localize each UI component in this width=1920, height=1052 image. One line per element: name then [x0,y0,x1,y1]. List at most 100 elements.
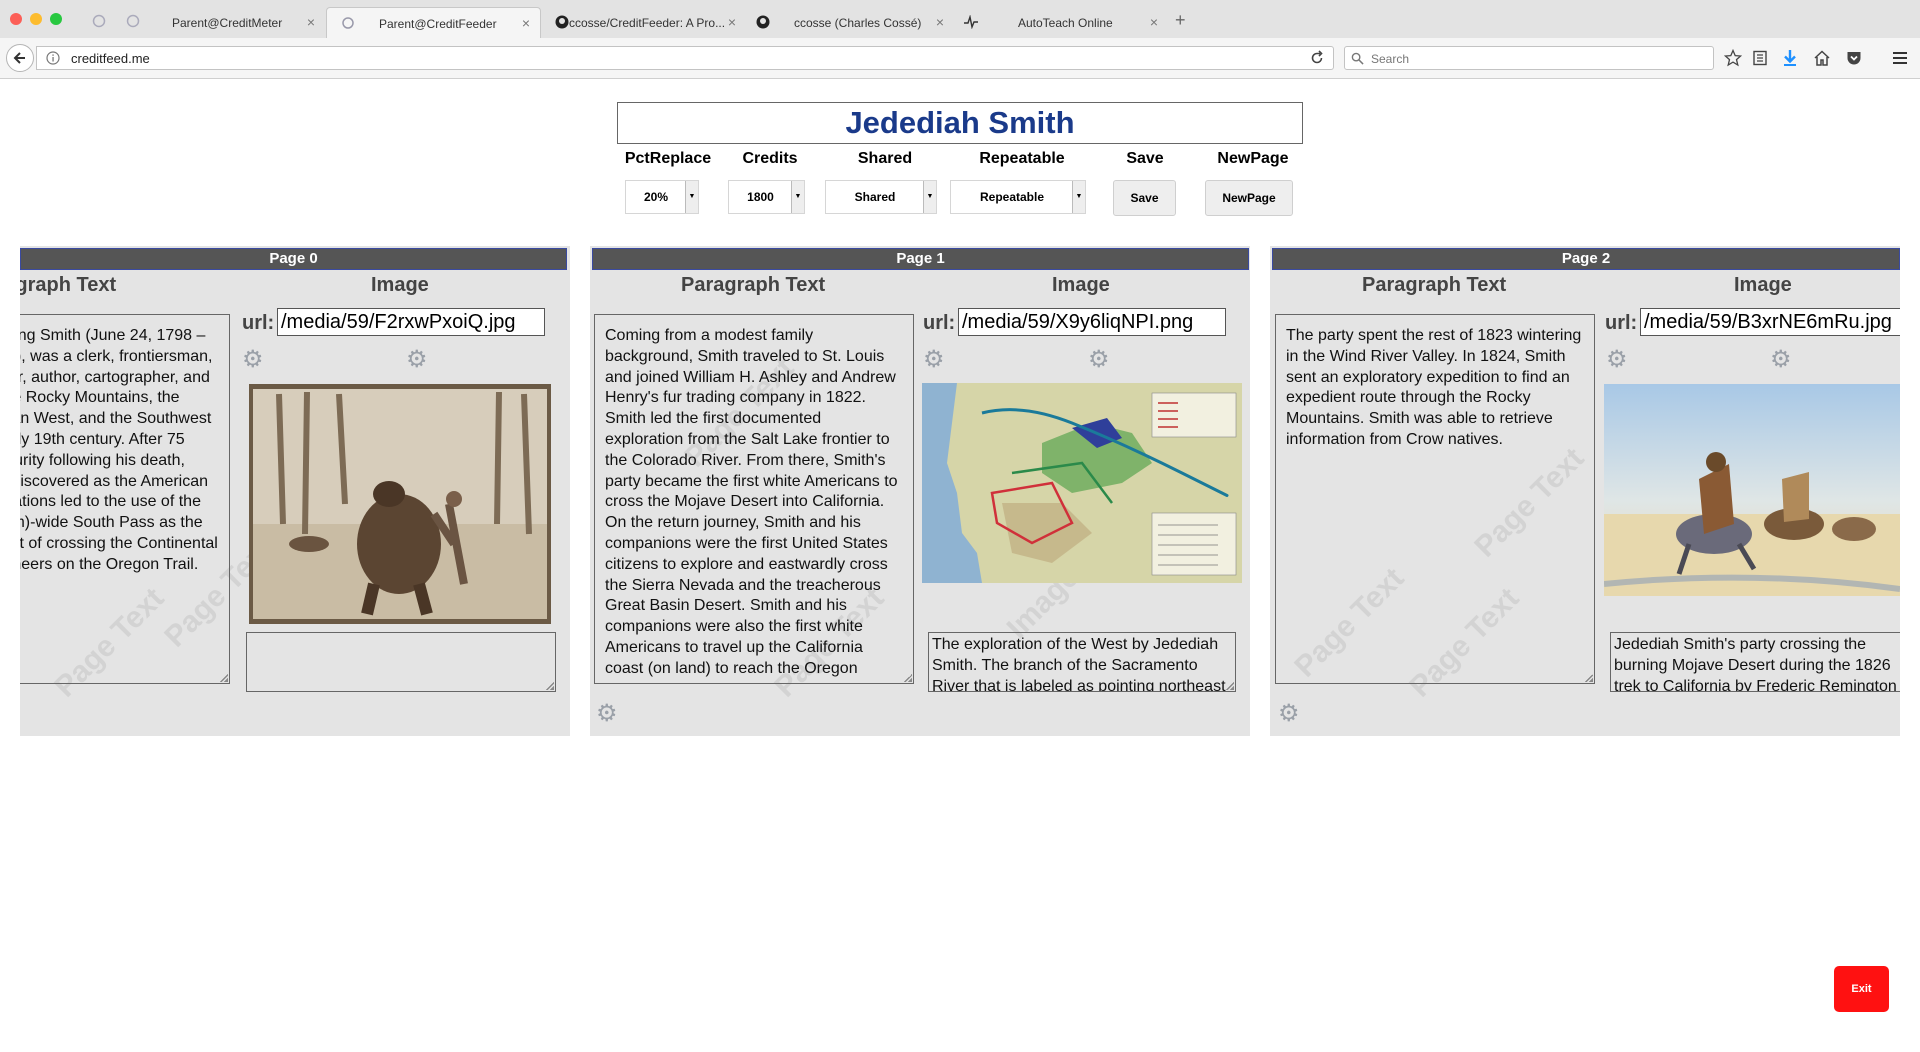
gear-icon[interactable]: ⚙ [1278,702,1302,726]
new-page-button[interactable]: NewPage [1205,180,1293,216]
image-caption-textarea[interactable] [246,632,556,692]
downloads-icon[interactable] [1781,49,1799,67]
gear-icon[interactable]: ⚙ [596,702,620,726]
close-tab-icon[interactable]: × [307,14,315,30]
close-tab-icon[interactable]: × [522,15,530,31]
save-label: Save [1126,150,1164,167]
url-label: url: [923,312,956,334]
gear-icon[interactable]: ⚙ [1606,348,1630,372]
browser-tab[interactable]: ccosse (Charles Cossé) × [746,7,954,38]
search-input[interactable]: Search [1344,46,1714,70]
resize-handle[interactable] [1585,674,1593,682]
paragraph-text: Coming from a modest family background, … [605,327,898,683]
pulse-icon [964,15,978,29]
image-caption-textarea[interactable]: The exploration of the West by Jedediah … [928,632,1236,692]
pocket-icon[interactable] [1845,49,1863,67]
image-url-input[interactable]: /media/59/F2rxwPxoiQ.jpg [277,308,545,336]
bookmarks-list-icon[interactable] [1751,49,1769,67]
close-tab-icon[interactable]: × [728,14,736,30]
image-url-input[interactable]: /media/59/B3xrNE6mRu.jpg [1640,308,1900,336]
back-button[interactable] [6,44,34,72]
shared-select[interactable]: Shared ▼ [825,180,937,214]
image-caption-text: Jedediah Smith's party crossing the burn… [1614,636,1897,692]
menu-icon[interactable] [1891,49,1909,67]
dropdown-arrow-icon: ▼ [685,181,698,213]
gear-icon[interactable]: ⚙ [923,348,947,372]
shared-label: Shared [857,150,913,167]
dropdown-arrow-icon: ▼ [923,181,936,213]
home-icon[interactable] [1813,49,1831,67]
tab-title: ccosse (Charles Cossé) [794,16,922,30]
browser-tab[interactable]: Parent@CreditMeter × [130,7,325,38]
repeatable-value: Repeatable [979,190,1045,204]
page-card: Page Text Page Text Image Page 1 Paragra… [590,246,1250,736]
repeatable-label: Repeatable [979,150,1065,167]
github-icon [555,15,569,29]
grizzly-attack-sketch-image [249,384,551,624]
paragraph-textarea[interactable]: The party spent the rest of 1823 winteri… [1275,314,1595,684]
url-label: url: [1605,312,1638,334]
credits-label: Credits [742,150,798,167]
image-caption-textarea[interactable]: Jedediah Smith's party crossing the burn… [1610,632,1900,692]
credits-value: 1800 [747,190,774,204]
bookmark-star-icon[interactable] [1724,49,1742,67]
tab-strip: Parent@CreditMeter × Parent@CreditFeeder… [0,0,1920,39]
github-icon [756,15,770,29]
page-header: Page 2 [1272,248,1900,270]
save-button[interactable]: Save [1113,180,1176,216]
tab-title: ccosse/CreditFeeder: A Pro... [569,16,726,30]
browser-tab[interactable]: AutoTeach Online × [954,7,1168,38]
gear-icon[interactable]: ⚙ [406,348,430,372]
navigation-toolbar: creditfeed.me Search [0,38,1920,79]
paragraph-heading: Paragraph Text [1362,274,1507,296]
zoom-window-button[interactable] [50,13,62,25]
paragraph-textarea[interactable]: Coming from a modest family background, … [594,314,914,684]
image-caption-text: The exploration of the West by Jedediah … [932,636,1226,692]
newpage-label: NewPage [1217,150,1289,167]
gear-icon[interactable]: ⚙ [242,348,266,372]
close-window-button[interactable] [10,13,22,25]
url-label: url: [242,312,275,334]
pct-replace-select[interactable]: 20% ▼ [625,180,699,214]
document-title-field[interactable]: Jedediah Smith [617,102,1303,144]
browser-tab-active[interactable]: Parent@CreditFeeder × [326,7,541,38]
paragraph-heading: Paragraph Text [20,274,117,296]
browser-tab[interactable]: ccosse/CreditFeeder: A Pro... × [541,7,746,38]
page-header: Page 1 [592,248,1249,270]
western-exploration-map-image [922,383,1242,583]
pinned-tab-icon[interactable] [92,14,106,28]
address-text: creditfeed.me [71,51,150,66]
back-arrow-icon [13,52,25,64]
info-icon[interactable] [46,51,60,65]
reload-icon[interactable] [1309,50,1325,66]
close-tab-icon[interactable]: × [1150,14,1158,30]
credits-select[interactable]: 1800 ▼ [728,180,805,214]
dropdown-arrow-icon: ▼ [1072,181,1085,213]
tab-title: Parent@CreditFeeder [379,17,497,31]
desert-riders-painting-image [1604,384,1900,596]
new-tab-button[interactable]: + [1175,10,1186,31]
gear-icon[interactable]: ⚙ [1770,348,1794,372]
close-tab-icon[interactable]: × [936,14,944,30]
resize-handle[interactable] [904,674,912,682]
address-bar[interactable]: creditfeed.me [36,46,1334,70]
gear-icon[interactable]: ⚙ [1088,348,1112,372]
search-placeholder: Search [1371,52,1410,66]
paragraph-text: The party spent the rest of 1823 winteri… [1286,327,1582,448]
dropdown-arrow-icon: ▼ [791,181,804,213]
tab-favicon-icon [342,17,354,29]
paragraph-textarea[interactable]: Jedediah Strong Smith (June 24, 1798 – M… [20,314,230,684]
image-url-input[interactable]: /media/59/X9y6liqNPI.png [958,308,1226,336]
repeatable-select[interactable]: Repeatable ▼ [950,180,1086,214]
shared-value: Shared [854,190,896,204]
paragraph-heading: Paragraph Text [681,274,826,296]
minimize-window-button[interactable] [30,13,42,25]
paragraph-text: Jedediah Strong Smith (June 24, 1798 – M… [20,327,218,573]
page-card: Page Text Page Text Image Page 0 Paragra… [20,246,570,736]
resize-handle[interactable] [220,674,228,682]
resize-handle[interactable] [546,682,554,690]
image-heading: Image [1734,274,1792,296]
image-heading: Image [1052,274,1110,296]
exit-button[interactable]: Exit [1834,966,1889,1012]
resize-handle[interactable] [1226,682,1234,690]
